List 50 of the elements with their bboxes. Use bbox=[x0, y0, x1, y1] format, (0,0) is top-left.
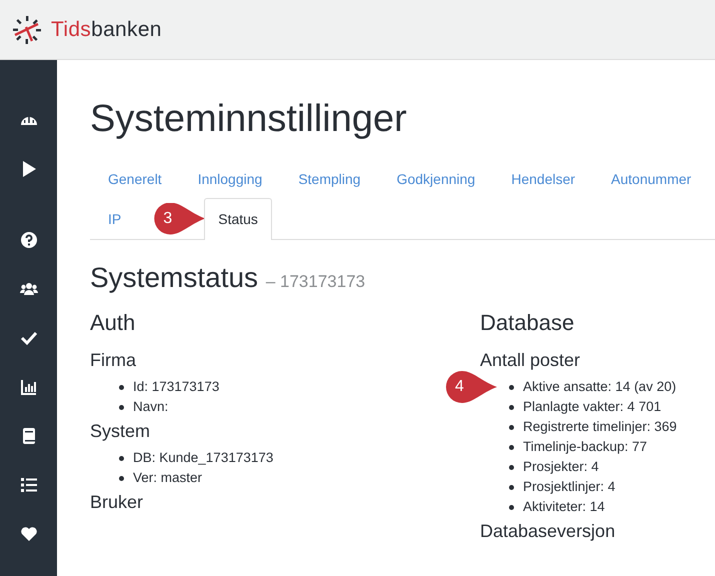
check-icon[interactable] bbox=[20, 329, 38, 347]
bullet-icon bbox=[119, 476, 124, 480]
bullet-icon bbox=[119, 456, 124, 460]
tab[interactable]: Autonummer bbox=[593, 158, 710, 199]
list-item: Aktiviteter: 14 bbox=[523, 498, 605, 516]
tab[interactable]: Generelt bbox=[90, 158, 180, 199]
bullet-icon bbox=[119, 384, 124, 390]
tab[interactable]: Godkjenning bbox=[378, 158, 494, 199]
column-heading: Database bbox=[480, 310, 576, 336]
bullet-icon bbox=[509, 464, 514, 470]
users-icon[interactable] bbox=[20, 280, 38, 298]
tab[interactable]: Stempling bbox=[280, 158, 379, 199]
help-icon[interactable] bbox=[20, 231, 38, 249]
list-item: Registrerte timelinjer: 369 bbox=[523, 418, 677, 436]
callout-badge: 3 bbox=[153, 202, 206, 234]
bullet-icon bbox=[509, 504, 514, 510]
list-item: DB: Kunde_173173173 bbox=[133, 449, 274, 467]
section-title: Systemstatus bbox=[90, 262, 258, 293]
list-item: Planlagte vakter: 4 701 bbox=[523, 398, 662, 416]
list-item: Ver: master bbox=[133, 469, 202, 487]
bullet-icon bbox=[509, 404, 514, 410]
bullet-icon bbox=[509, 444, 514, 450]
bullet-icon bbox=[509, 384, 514, 390]
column-heading: Auth bbox=[90, 310, 136, 336]
heart-icon[interactable] bbox=[20, 525, 38, 543]
group-heading: Bruker bbox=[90, 492, 144, 513]
list-item: Id: 173173173 bbox=[133, 378, 220, 396]
tab[interactable]: Hendelser bbox=[493, 158, 594, 199]
chart-icon[interactable] bbox=[20, 378, 38, 396]
brand-name[interactable]: Tidsbanken bbox=[51, 18, 162, 42]
list-icon[interactable] bbox=[20, 476, 38, 494]
group-heading: Firma bbox=[90, 350, 137, 371]
list-item: Timelinje-backup: 77 bbox=[523, 438, 648, 456]
group-heading: Databaseversjon bbox=[480, 521, 616, 542]
tab[interactable]: Status bbox=[204, 198, 272, 240]
group-heading: Antall poster bbox=[480, 350, 582, 371]
page-title: Systeminnstillinger bbox=[90, 97, 408, 141]
list-item: Prosjektlinjer: 4 bbox=[523, 478, 616, 496]
callout-badge: 4 bbox=[445, 371, 497, 403]
tab[interactable]: IP bbox=[90, 198, 140, 239]
bullet-icon bbox=[509, 484, 514, 490]
list-item: Navn: bbox=[133, 398, 168, 416]
list-item: Prosjekter: 4 bbox=[523, 458, 599, 476]
list-item: Aktive ansatte: 14 (av 20) bbox=[523, 378, 676, 396]
section-subtitle: – 173173173 bbox=[266, 272, 366, 291]
tab[interactable]: Innlogging bbox=[180, 158, 280, 199]
bullet-icon bbox=[119, 404, 124, 410]
group-heading: System bbox=[90, 421, 152, 442]
bullet-icon bbox=[509, 424, 514, 430]
clock-logo-icon bbox=[12, 14, 42, 44]
